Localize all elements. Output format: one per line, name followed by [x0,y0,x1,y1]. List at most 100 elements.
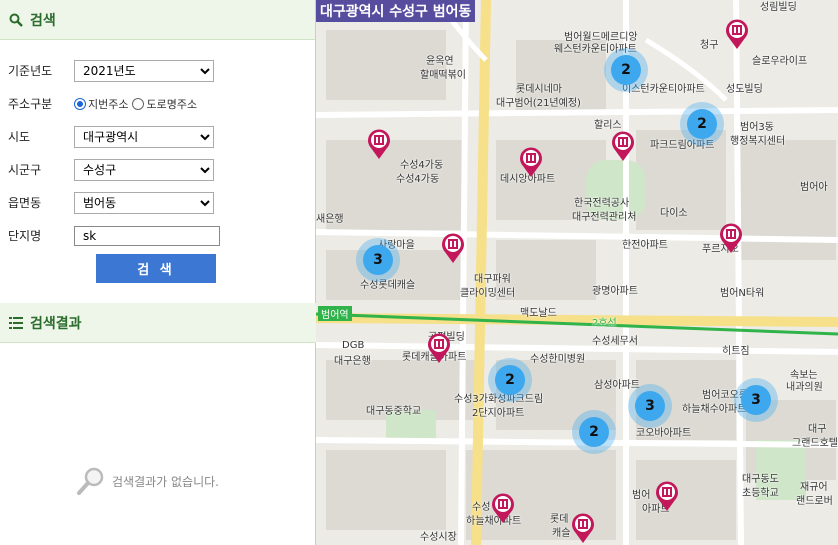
jibun-radio[interactable]: 지번주소 [74,96,128,112]
map-label: 맥도날드 [520,308,557,319]
jibun-radio-dot[interactable] [74,97,86,110]
emd-select[interactable]: 범어동 [74,191,214,214]
map-label: 2호선 [592,318,617,329]
complex-label: 단지명 [8,229,42,243]
map-label: 대구범어(21년예정) [496,98,581,109]
year-select[interactable]: 2021년도 [74,59,214,82]
apartment-pin-icon[interactable] [440,232,466,264]
apartment-pin-icon[interactable] [654,480,680,512]
map-view[interactable]: 대구광역시 수성구 범어동 성림빌딩 범어월드메르디앙 웨스턴카운티아파트 청구… [316,0,838,545]
map-label: 수성세무서 [592,336,638,347]
map-label: 히트짐 [722,346,750,357]
search-section-title: 검색 [30,12,56,29]
sigungu-row: 시군구 수성구 [8,155,315,184]
sido-row: 시도 대구광역시 [8,122,315,151]
map-region-title: 대구광역시 수성구 범어동 [316,0,476,22]
cluster-marker[interactable]: 2 [604,48,648,92]
cluster-marker[interactable]: 3 [356,238,400,282]
list-icon [8,315,24,331]
map-label: DGB [342,340,365,351]
map-label: 새은행 [316,214,344,225]
cluster-count: 2 [495,365,525,395]
map-label: 클라이밍센터 [460,288,516,299]
empty-message: 검색결과가 없습니다. [112,474,219,489]
map-label: 초등학교 [742,488,779,499]
cluster-marker[interactable]: 3 [628,384,672,428]
search-section-header: 검색 [0,0,315,40]
map-label: 대구파워 [474,274,511,285]
emd-label: 읍면동 [8,196,42,210]
apartment-pin-icon[interactable] [518,146,544,178]
cluster-marker[interactable]: 3 [734,378,778,422]
map-label: 범어3동 [740,122,774,133]
apartment-pin-icon[interactable] [718,222,744,254]
search-panel: 검색 기준년도 2021년도 주소구분 지번주소 도로명주소 시도 대구광역시 … [0,0,316,545]
magnifier-icon [76,466,106,496]
road-radio[interactable]: 도로명주소 [132,96,197,112]
sigungu-label: 시군구 [8,163,42,177]
map-label: 롯데 [550,514,569,525]
cluster-count: 3 [363,245,393,275]
cluster-count: 2 [611,55,641,85]
results-section-title: 검색결과 [30,315,82,332]
map-label: 롯데시네마 [516,84,562,95]
map-label: 한전아파트 [622,240,668,251]
map-label: 재규어 [800,482,828,493]
road-radio-label: 도로명주소 [146,97,198,111]
map-label: 랜드로버 [796,496,833,507]
map-label: 대구전력관리처 [572,212,637,223]
sido-select[interactable]: 대구광역시 [74,125,214,148]
apartment-pin-icon[interactable] [724,18,750,50]
apartment-pin-icon[interactable] [570,512,596,544]
address-type-radios: 지번주소 도로명주소 [74,96,201,112]
apartment-pin-icon[interactable] [610,130,636,162]
cluster-count: 2 [579,417,609,447]
apartment-pin-icon[interactable] [490,492,516,524]
apartment-pin-icon[interactable] [426,332,452,364]
map-label: 범어 [632,490,651,501]
map-label: 수성4가동 [396,174,440,185]
emd-row: 읍면동 범어동 [8,188,315,217]
search-form: 기준년도 2021년도 주소구분 지번주소 도로명주소 시도 대구광역시 시군구… [0,40,315,250]
cluster-marker[interactable]: 2 [680,102,724,146]
map-label: 청구 [700,40,719,51]
search-button[interactable]: 검 색 [96,254,216,283]
map-label: 삼성아파트 [594,380,640,391]
address-type-label: 주소구분 [8,97,53,111]
map-label: 수성4가동 [400,160,444,171]
map-label: 범어N타워 [720,288,765,299]
map-label: 수성 [472,502,491,513]
apartment-pin-icon[interactable] [366,128,392,160]
sido-label: 시도 [8,130,31,144]
sigungu-select[interactable]: 수성구 [74,158,214,181]
complex-row: 단지명 [8,221,315,250]
cluster-marker[interactable]: 2 [572,410,616,454]
year-label: 기준년도 [8,64,53,78]
map-label: 성림빌딩 [760,2,797,13]
jibun-radio-label: 지번주소 [88,97,129,111]
search-icon [8,12,24,28]
map-label: 할매떡볶이 [420,70,466,81]
map-label: 2단지아파트 [472,408,525,419]
map-label: 캐슬 [552,528,571,539]
cluster-count: 3 [741,385,771,415]
map-label: 대구동중학교 [366,406,422,417]
map-label: 행정복지센터 [730,136,786,147]
map-label: 대구동도 [742,474,779,485]
map-label: 한국전력공사 [574,198,630,209]
map-label: 대구 [808,424,827,435]
app-root: 검색 기준년도 2021년도 주소구분 지번주소 도로명주소 시도 대구광역시 … [0,0,838,545]
map-label: 수성한미병원 [530,354,586,365]
complex-name-input[interactable] [74,225,220,246]
road-radio-dot[interactable] [132,97,145,110]
map-label: 할리스 [594,120,622,131]
map-label: 범어역 [318,306,352,321]
cluster-count: 3 [635,391,665,421]
cluster-marker[interactable]: 2 [488,358,532,402]
map-label: 광명아파트 [592,286,638,297]
map-label: 내과의원 [786,382,823,393]
map-label: 범어아 [800,182,828,193]
map-label: 수성시장 [420,532,457,543]
map-label: 대구은행 [334,356,371,367]
empty-results: 검색결과가 없습니다. [76,466,219,496]
